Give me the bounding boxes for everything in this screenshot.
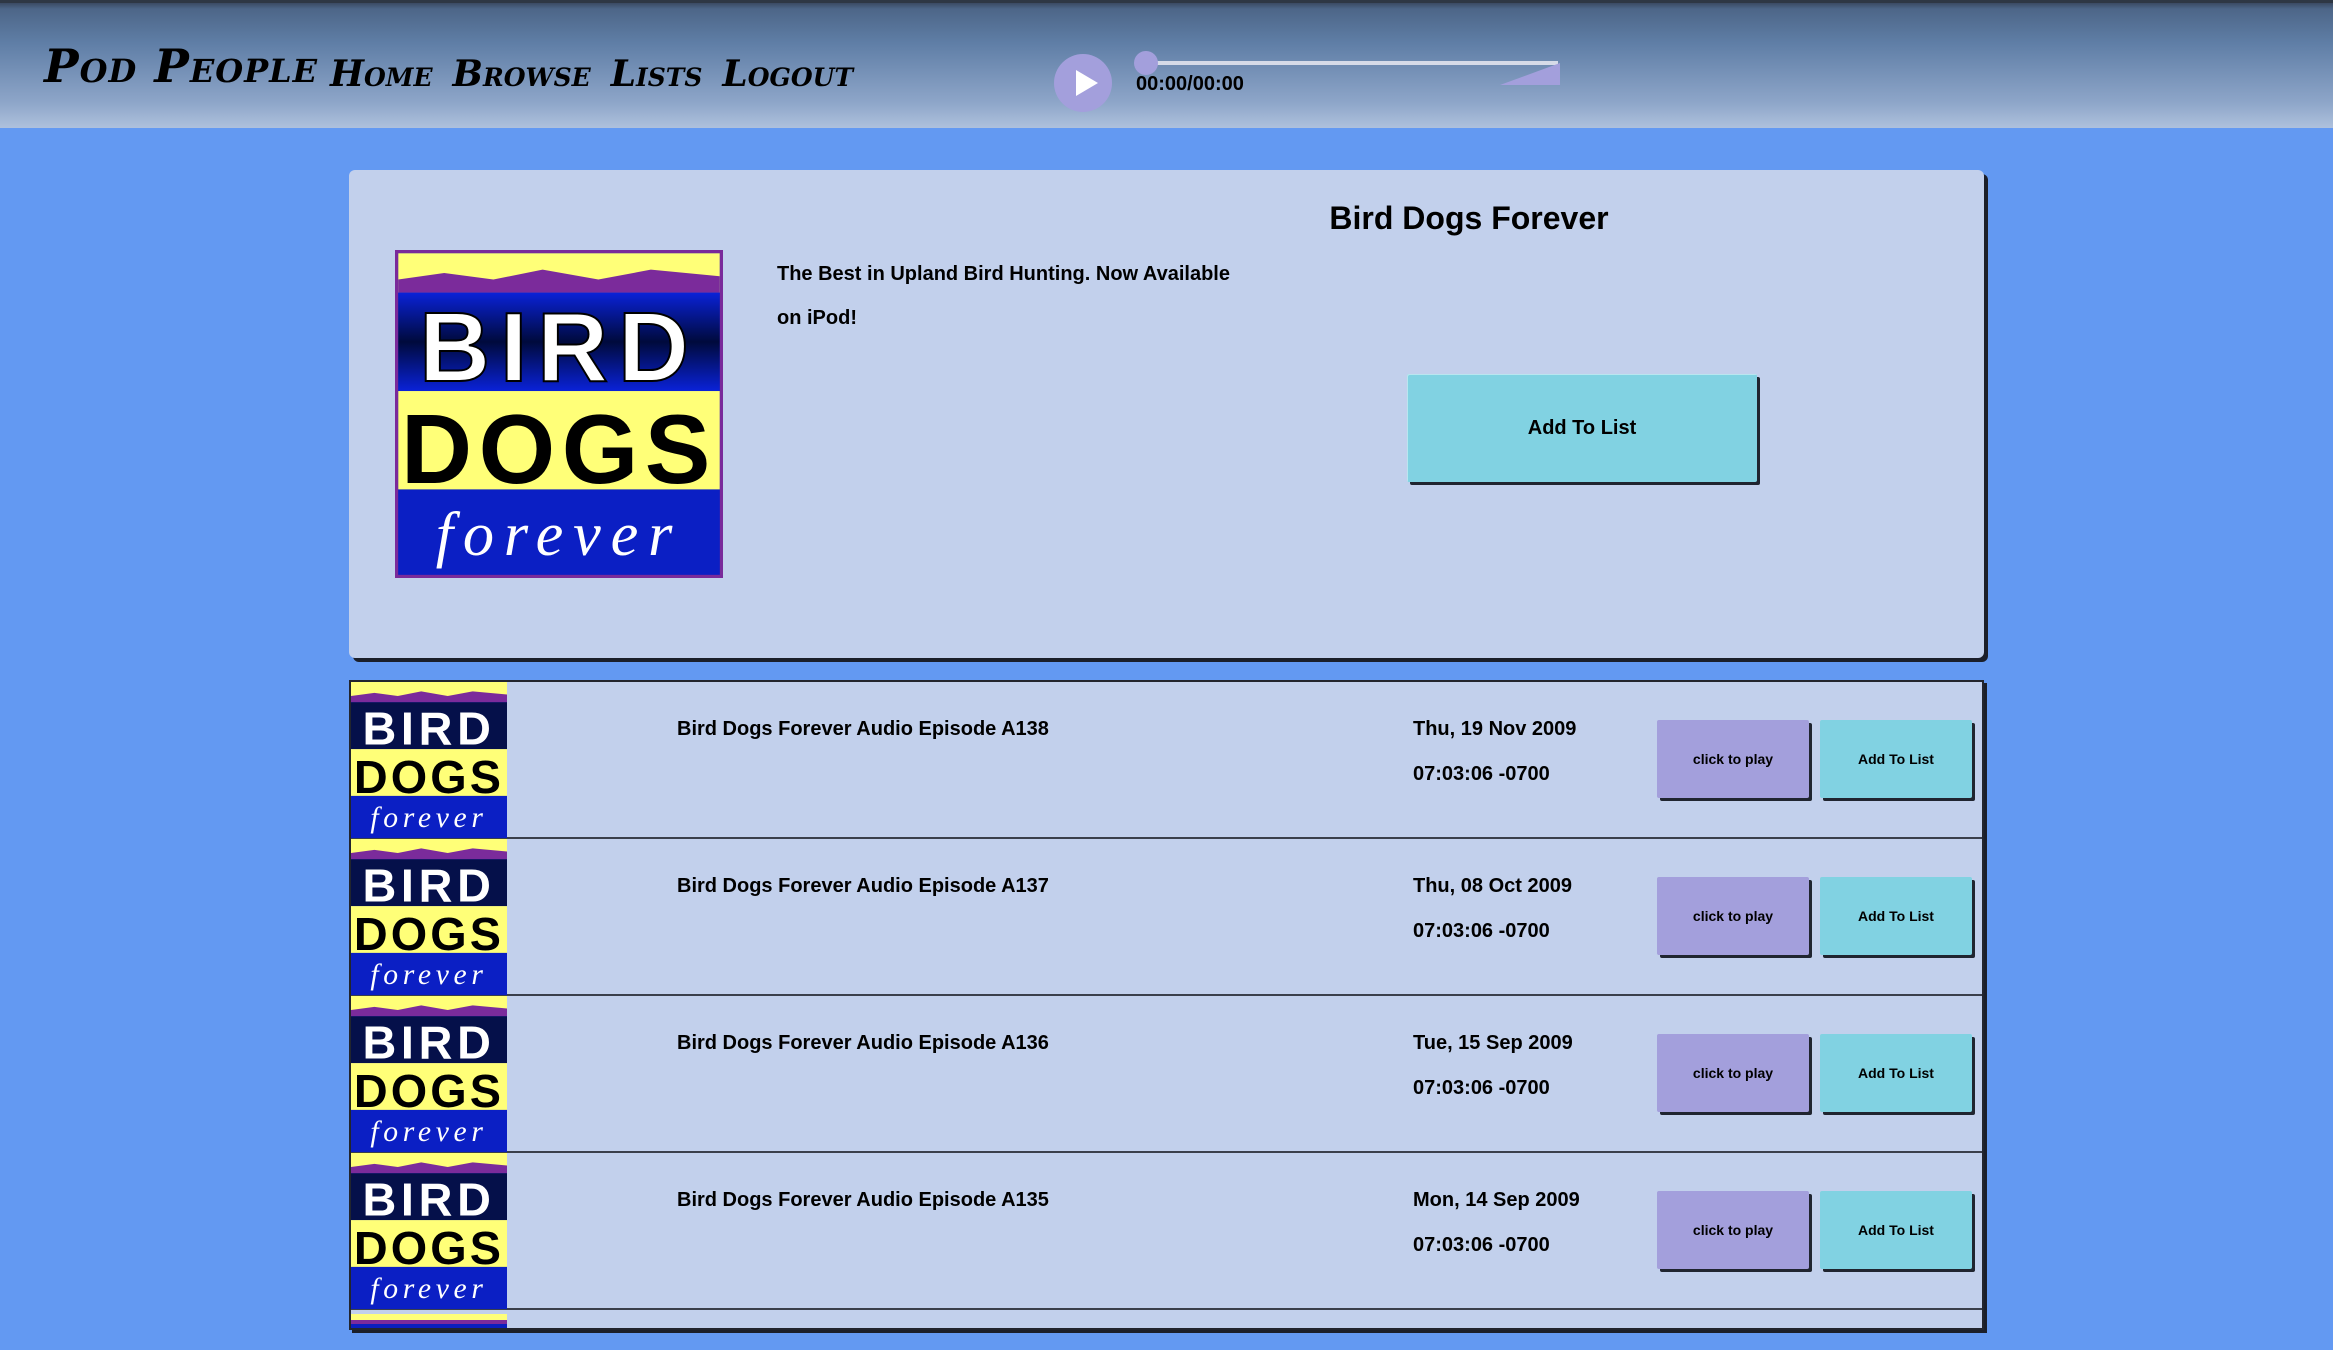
episode-time: 07:03:06 -0700 bbox=[1413, 1234, 1550, 1256]
episode-play-button[interactable]: click to play bbox=[1657, 1191, 1809, 1269]
svg-text:BIRD: BIRD bbox=[362, 1173, 495, 1225]
nav-logout[interactable]: Logout bbox=[722, 53, 853, 95]
episode-row: BIRD DOGS forever Bird Dogs Forever Audi… bbox=[351, 1153, 1982, 1310]
nav-lists[interactable]: Lists bbox=[611, 53, 703, 95]
episode-play-button[interactable]: click to play bbox=[1657, 877, 1809, 955]
nav-browse[interactable]: Browse bbox=[453, 53, 591, 95]
add-podcast-to-list-button[interactable]: Add To List bbox=[1407, 374, 1757, 482]
top-bar: Pod People Home Browse Lists Logout 00:0… bbox=[0, 0, 2333, 128]
episode-play-button[interactable]: click to play bbox=[1657, 1034, 1809, 1112]
episode-add-to-list-button[interactable]: Add To List bbox=[1820, 1034, 1972, 1112]
episode-add-to-list-button[interactable]: Add To List bbox=[1820, 720, 1972, 798]
nav-home[interactable]: Home bbox=[330, 53, 433, 95]
player-play-button[interactable] bbox=[1054, 54, 1112, 112]
episode-thumbnail: BIRD DOGS forever bbox=[351, 682, 507, 838]
episode-thumbnail: BIRD DOGS forever bbox=[351, 1153, 507, 1309]
podcast-cover-art: BIRD DOGS forever bbox=[395, 250, 723, 578]
seek-bar[interactable] bbox=[1146, 61, 1558, 65]
volume-slider[interactable] bbox=[1500, 63, 1560, 85]
svg-text:forever: forever bbox=[370, 1116, 487, 1148]
svg-text:DOGS: DOGS bbox=[354, 908, 504, 960]
episode-play-button[interactable]: click to play bbox=[1657, 720, 1809, 798]
svg-text:DOGS: DOGS bbox=[354, 1222, 504, 1274]
svg-text:DOGS: DOGS bbox=[354, 751, 504, 803]
episode-add-to-list-button[interactable]: Add To List bbox=[1820, 877, 1972, 955]
svg-text:BIRD: BIRD bbox=[362, 859, 495, 911]
svg-text:BIRD: BIRD bbox=[362, 702, 495, 754]
episode-thumbnail-partial bbox=[351, 1314, 507, 1328]
episode-title: Bird Dogs Forever Audio Episode A135 bbox=[677, 1189, 1049, 1211]
main-nav: Home Browse Lists Logout bbox=[330, 53, 853, 95]
cover-text-line3: forever bbox=[436, 500, 683, 569]
svg-text:forever: forever bbox=[370, 959, 487, 991]
episode-list: BIRD DOGS forever Bird Dogs Forever Audi… bbox=[349, 680, 1984, 1330]
podcast-title: Bird Dogs Forever bbox=[1329, 200, 1609, 236]
time-readout: 00:00/00:00 bbox=[1136, 73, 1244, 95]
episode-row: BIRD DOGS forever Bird Dogs Forever Audi… bbox=[351, 682, 1982, 839]
svg-text:BIRD: BIRD bbox=[362, 1016, 495, 1068]
episode-time: 07:03:06 -0700 bbox=[1413, 763, 1550, 785]
episode-title: Bird Dogs Forever Audio Episode A136 bbox=[677, 1032, 1049, 1054]
episode-time: 07:03:06 -0700 bbox=[1413, 1077, 1550, 1099]
episode-date: Tue, 15 Sep 2009 bbox=[1413, 1032, 1573, 1054]
audio-player: 00:00/00:00 bbox=[1054, 51, 1574, 115]
svg-text:forever: forever bbox=[370, 1273, 487, 1305]
episode-title: Bird Dogs Forever Audio Episode A138 bbox=[677, 718, 1049, 740]
episode-thumbnail: BIRD DOGS forever bbox=[351, 996, 507, 1152]
cover-text-line1: BIRD bbox=[419, 292, 699, 402]
episode-date: Thu, 08 Oct 2009 bbox=[1413, 875, 1572, 897]
episode-row: BIRD DOGS forever Bird Dogs Forever Audi… bbox=[351, 996, 1982, 1153]
site-logo[interactable]: Pod People bbox=[44, 39, 318, 93]
episode-title: Bird Dogs Forever Audio Episode A137 bbox=[677, 875, 1049, 897]
episode-date: Thu, 19 Nov 2009 bbox=[1413, 718, 1577, 740]
podcast-card: BIRD DOGS forever Bird Dogs Forever The … bbox=[349, 170, 1984, 658]
episode-row: BIRD DOGS forever Bird Dogs Forever Audi… bbox=[351, 839, 1982, 996]
cover-text-line2: DOGS bbox=[401, 394, 717, 504]
svg-text:forever: forever bbox=[370, 802, 487, 834]
episode-thumbnail: BIRD DOGS forever bbox=[351, 839, 507, 995]
episode-add-to-list-button[interactable]: Add To List bbox=[1820, 1191, 1972, 1269]
play-icon bbox=[1076, 70, 1098, 96]
seek-handle[interactable] bbox=[1134, 51, 1158, 75]
episode-date: Mon, 14 Sep 2009 bbox=[1413, 1189, 1580, 1211]
podcast-description: The Best in Upland Bird Hunting. Now Ava… bbox=[777, 263, 1230, 329]
episode-time: 07:03:06 -0700 bbox=[1413, 920, 1550, 942]
svg-text:DOGS: DOGS bbox=[354, 1065, 504, 1117]
